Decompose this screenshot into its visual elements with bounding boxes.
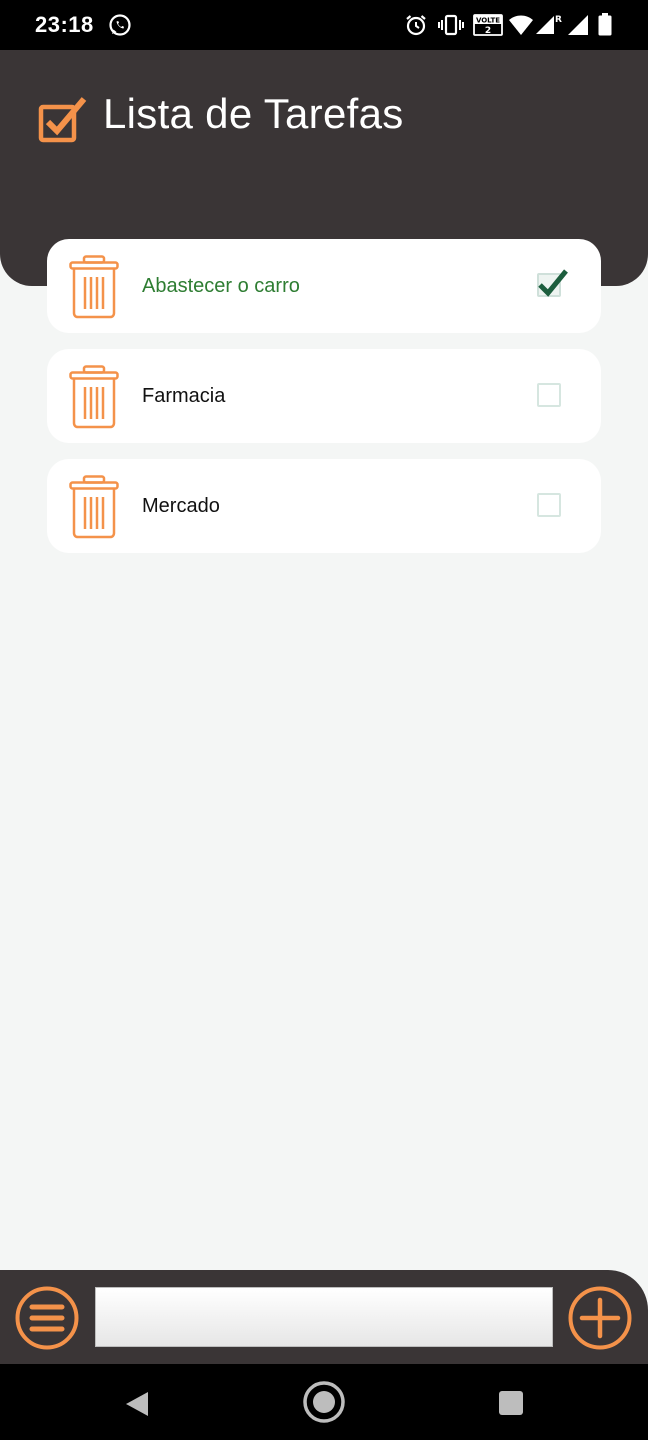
- add-icon[interactable]: [568, 1286, 632, 1350]
- trash-icon[interactable]: [69, 365, 119, 429]
- task-item: Farmacia: [47, 349, 601, 443]
- new-task-input[interactable]: [95, 1287, 553, 1347]
- vibrate-icon: [438, 14, 464, 36]
- task-item: Mercado: [47, 459, 601, 553]
- back-icon[interactable]: [124, 1390, 150, 1418]
- navigation-bar: [0, 1364, 648, 1440]
- wifi-icon: [509, 15, 533, 35]
- signal-icon: R: [536, 15, 562, 34]
- battery-icon: [598, 13, 612, 36]
- task-label: Mercado: [142, 495, 220, 517]
- whatsapp-icon: [109, 14, 131, 36]
- volte-icon: VOLTE 2: [473, 14, 503, 36]
- svg-text:R: R: [555, 15, 562, 25]
- signal-roaming-icon: [568, 15, 588, 35]
- task-checkbox[interactable]: [537, 383, 561, 407]
- home-icon[interactable]: [302, 1380, 346, 1424]
- page-title: Lista de Tarefas: [103, 90, 404, 137]
- svg-text:VOLTE: VOLTE: [476, 17, 500, 25]
- status-bar: 23:18 VOLTE 2 R: [0, 0, 648, 50]
- task-checkbox-checked[interactable]: [537, 269, 568, 297]
- status-time: 23:18: [35, 12, 94, 37]
- task-label: Farmacia: [142, 385, 226, 407]
- task-checkbox[interactable]: [537, 493, 561, 517]
- checkbox-checked-icon: [38, 97, 87, 143]
- task-label: Abastecer o carro: [142, 275, 300, 297]
- task-item: Abastecer o carro: [47, 239, 601, 333]
- alarm-icon: [406, 15, 426, 36]
- trash-icon[interactable]: [69, 255, 119, 319]
- recent-apps-icon[interactable]: [498, 1390, 524, 1416]
- svg-text:2: 2: [485, 26, 491, 36]
- checkmark-icon: [538, 269, 568, 297]
- menu-icon[interactable]: [15, 1286, 79, 1350]
- trash-icon[interactable]: [69, 475, 119, 539]
- bottom-bar: [0, 1270, 648, 1364]
- task-list: Abastecer o carro Farmacia Mercado: [47, 239, 601, 569]
